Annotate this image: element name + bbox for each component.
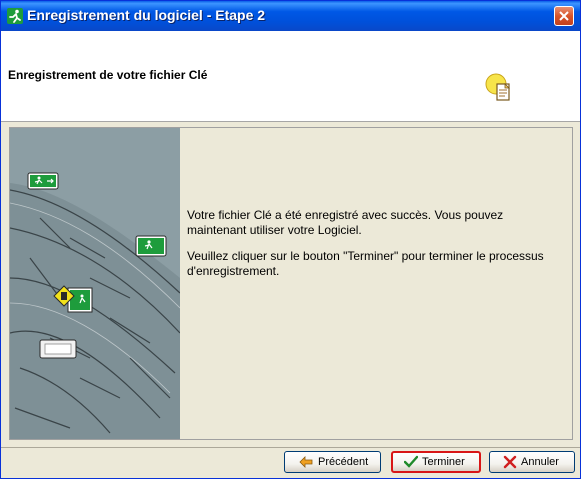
exit-sign-icon <box>27 172 59 190</box>
building-plan-illustration <box>10 128 180 439</box>
message-text: Votre fichier Clé a été enregistré avec … <box>187 208 565 290</box>
instruction-message: Veuillez cliquer sur le bouton "Terminer… <box>187 249 544 278</box>
success-message: Votre fichier Clé a été enregistré avec … <box>187 208 504 237</box>
x-icon <box>503 455 517 469</box>
previous-button[interactable]: Précédent <box>284 451 381 473</box>
cancel-label: Annuler <box>521 456 559 468</box>
cancel-button[interactable]: Annuler <box>489 451 575 473</box>
running-man-icon <box>7 8 23 24</box>
title-bar[interactable]: Enregistrement du logiciel - Etape 2 <box>1 1 580 31</box>
key-document-icon <box>485 73 510 101</box>
finish-button[interactable]: Terminer <box>391 451 481 473</box>
footer-divider <box>1 447 580 448</box>
close-icon <box>559 11 569 21</box>
exit-sign-icon <box>135 235 167 257</box>
window-title: Enregistrement du logiciel - Etape 2 <box>27 7 266 23</box>
checkmark-icon <box>404 455 418 468</box>
close-button[interactable] <box>554 6 574 26</box>
content-panel: Votre fichier Clé a été enregistré avec … <box>9 127 573 440</box>
header-panel: Enregistrement de votre fichier Clé <box>1 31 580 122</box>
previous-label: Précédent <box>318 456 369 468</box>
page-title: Enregistrement de votre fichier Clé <box>8 68 208 82</box>
arrow-left-icon <box>299 456 313 468</box>
emergency-light-icon <box>39 339 77 359</box>
finish-label: Terminer <box>422 456 465 468</box>
registration-dialog: Enregistrement du logiciel - Etape 2 Enr… <box>0 0 581 479</box>
